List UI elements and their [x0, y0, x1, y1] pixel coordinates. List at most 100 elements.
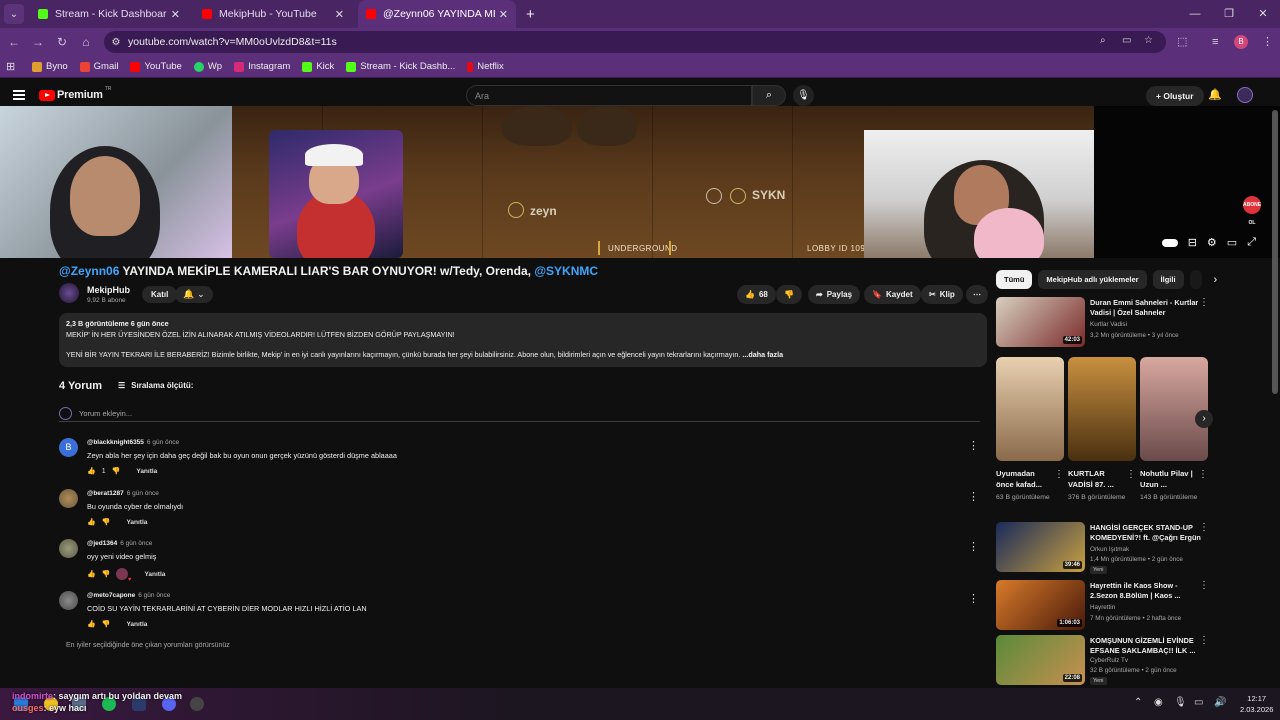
obs-icon[interactable]	[190, 697, 204, 711]
like-comment-icon[interactable]: 👍	[87, 518, 96, 526]
cast-icon[interactable]: ▭	[1122, 35, 1131, 46]
video-channel[interactable]: Hayrettin	[1090, 604, 1115, 611]
comment-author[interactable]: @jed1364	[87, 540, 117, 547]
video-menu-icon[interactable]: ⋮	[1199, 522, 1209, 533]
channel-avatar[interactable]	[59, 283, 79, 303]
fullscreen-icon[interactable]: ⤢	[1247, 236, 1256, 249]
bookmark-gmail[interactable]: Gmail	[79, 61, 118, 72]
show-more-link[interactable]: ...daha fazla	[742, 350, 783, 359]
short-title[interactable]: Nohutlu Pilav | Uzun ...	[1140, 468, 1198, 490]
add-comment-field[interactable]: Yorum ekleyin...	[59, 406, 980, 422]
video-menu-icon[interactable]: ⋮	[1199, 580, 1209, 591]
account-avatar[interactable]	[1237, 87, 1253, 103]
short-item[interactable]: KURTLAR VADİSİ 87. ... 376 B görüntüleme…	[1068, 357, 1136, 503]
comment-time[interactable]: 6 gün önce	[147, 439, 179, 446]
comment-author[interactable]: @berat1287	[87, 490, 124, 497]
comment-author[interactable]: @meto7capone	[87, 592, 135, 599]
voice-search-button[interactable]: 🎙	[793, 85, 814, 106]
home-icon[interactable]: ⌂	[74, 35, 98, 49]
like-comment-icon[interactable]: 👍	[87, 467, 96, 475]
short-item[interactable]: Uyumadan önce kafad... 63 B görüntüleme …	[996, 357, 1064, 503]
tray-volume-icon[interactable]: 🔊	[1214, 697, 1226, 708]
apps-grid-icon[interactable]: ⊞	[6, 60, 26, 73]
back-icon[interactable]: ←	[2, 35, 26, 49]
join-button[interactable]: Katıl	[142, 286, 178, 303]
recommended-video[interactable]: 42:03 Duran Emmi Sahneleri - Kurtlar Vad…	[996, 297, 1221, 349]
video-title[interactable]: HANGİSİ GERÇEK STAND-UP KOMEDYENİ?! ft. …	[1090, 523, 1202, 543]
tab-search-icon[interactable]: ⌄	[4, 4, 24, 24]
short-menu-icon[interactable]: ⋮	[1054, 469, 1064, 480]
tray-app-icon[interactable]: ◉	[1154, 697, 1163, 708]
short-title[interactable]: Uyumadan önce kafad...	[996, 468, 1054, 490]
recommended-video[interactable]: 22:08 KOMŞUNUN GİZEMLİ EVİNDE EFSANE SAK…	[996, 635, 1221, 687]
site-info-icon[interactable]: ⚙	[104, 37, 128, 48]
bookmark-byno[interactable]: Byno	[32, 61, 68, 72]
short-thumbnail[interactable]	[1140, 357, 1208, 461]
comment-menu-icon[interactable]: ⋮	[968, 540, 979, 553]
channel-name[interactable]: MekipHub	[87, 285, 130, 295]
profile-avatar[interactable]: B	[1234, 35, 1248, 49]
short-thumbnail[interactable]	[1068, 357, 1136, 461]
comment-avatar[interactable]: B	[59, 438, 78, 457]
settings-gear-icon[interactable]: ⚙	[1207, 236, 1217, 249]
reply-button[interactable]: Yanıtla	[126, 621, 147, 628]
search-input[interactable]	[467, 86, 737, 106]
tray-mic-icon[interactable]: 🎙	[1174, 697, 1187, 708]
close-tab-icon[interactable]: ✕	[171, 8, 180, 21]
miniplayer-icon[interactable]: ▭	[1227, 236, 1237, 249]
system-clock[interactable]: 12:17 2.03.2026	[1240, 693, 1273, 715]
forward-icon[interactable]: →	[26, 35, 50, 49]
recommended-video[interactable]: 1:06:03 Hayrettin ile Kaos Show - 2.Sezo…	[996, 580, 1221, 632]
video-channel[interactable]: Kurtlar Vadisi	[1090, 321, 1127, 328]
dislike-comment-icon[interactable]: 👎	[102, 620, 111, 628]
bookmark-youtube[interactable]: YouTube	[130, 61, 182, 72]
video-menu-icon[interactable]: ⋮	[1199, 297, 1209, 308]
bookmark-kick[interactable]: Kick	[302, 61, 334, 72]
short-menu-icon[interactable]: ⋮	[1198, 469, 1208, 480]
close-window-icon[interactable]: ✕	[1246, 0, 1280, 28]
video-thumbnail[interactable]: 22:08	[996, 635, 1085, 685]
reading-list-icon[interactable]: ≡	[1212, 28, 1218, 56]
browser-menu-icon[interactable]: ⋮	[1262, 28, 1273, 56]
tray-display-icon[interactable]: ▭	[1194, 697, 1203, 708]
bookmark-instagram[interactable]: Instagram	[234, 61, 290, 72]
video-title[interactable]: Hayrettin ile Kaos Show - 2.Sezon 8.Bölü…	[1090, 581, 1202, 601]
more-actions-button[interactable]: ⋯	[966, 285, 988, 304]
youtube-logo[interactable]: Premium TR	[39, 86, 111, 101]
sort-comments-button[interactable]: ☰ Sıralama ölçütü:	[118, 381, 193, 390]
comment-menu-icon[interactable]: ⋮	[968, 439, 979, 452]
share-button[interactable]: ➦ Paylaş	[808, 285, 861, 304]
description-box[interactable]: 2,3 B görüntüleme 6 gün önce MEKİP' İN H…	[59, 313, 987, 367]
bookmark-star-icon[interactable]: ☆	[1144, 35, 1153, 46]
chip-all[interactable]: Tümü	[996, 270, 1033, 289]
short-menu-icon[interactable]: ⋮	[1126, 469, 1136, 480]
subscription-bell-button[interactable]: 🔔 ⌄	[175, 286, 213, 303]
notifications-bell-icon[interactable]: 🔔	[1208, 88, 1222, 101]
dislike-button[interactable]: 👎	[776, 285, 802, 304]
video-title[interactable]: KOMŞUNUN GİZEMLİ EVİNDE EFSANE SAKLAMBAÇ…	[1090, 636, 1202, 656]
browser-tab-active[interactable]: @Zeynn06 YAYINDA MEKİP ✕	[358, 0, 516, 28]
bookmark-wp[interactable]: Wp	[193, 61, 222, 72]
comment-avatar[interactable]	[59, 591, 78, 610]
comment-time[interactable]: 6 gün önce	[138, 592, 170, 599]
comment-time[interactable]: 6 gün önce	[120, 540, 152, 547]
browser-tab-kick[interactable]: Stream - Kick Dashboard ✕	[30, 0, 188, 28]
save-button[interactable]: 🔖 Kaydet	[864, 285, 921, 304]
tray-chevron-icon[interactable]: ⌃	[1134, 697, 1142, 708]
chip-related[interactable]: İlgili	[1152, 270, 1184, 289]
chip-more[interactable]	[1189, 270, 1202, 289]
subtitles-icon[interactable]: ⊟	[1188, 236, 1197, 249]
short-item[interactable]: Nohutlu Pilav | Uzun ... 143 B görüntüle…	[1140, 357, 1208, 503]
reply-button[interactable]: Yanıtla	[136, 468, 157, 475]
comment-avatar[interactable]	[59, 539, 78, 558]
video-title[interactable]: Duran Emmi Sahneleri - Kurtlar Vadisi | …	[1090, 298, 1202, 318]
video-thumbnail[interactable]: 39:46	[996, 522, 1085, 572]
reload-icon[interactable]: ↻	[50, 35, 74, 49]
video-channel[interactable]: Orkun Işıtmak	[1090, 546, 1129, 553]
create-button[interactable]: + Oluştur	[1146, 86, 1204, 106]
video-channel[interactable]: CyberRulz Tv	[1090, 657, 1128, 664]
minimize-icon[interactable]: —	[1178, 0, 1212, 28]
dislike-comment-icon[interactable]: 👎	[102, 570, 111, 578]
close-tab-icon[interactable]: ✕	[335, 8, 344, 21]
page-scrollbar[interactable]	[1272, 110, 1278, 394]
